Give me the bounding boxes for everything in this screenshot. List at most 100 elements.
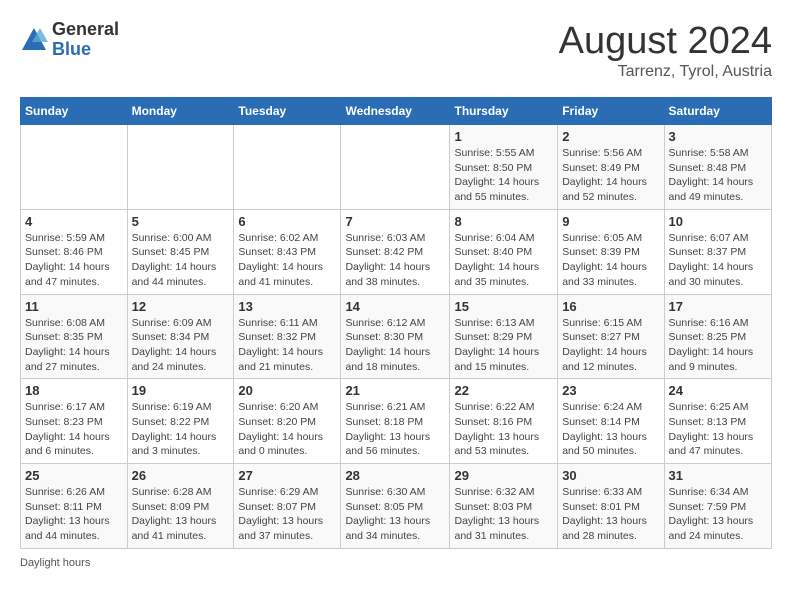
day-info: Sunrise: 5:55 AM Sunset: 8:50 PM Dayligh… — [454, 146, 553, 205]
day-number: 29 — [454, 468, 553, 483]
weekday-header-tuesday: Tuesday — [234, 98, 341, 125]
day-info: Sunrise: 6:08 AM Sunset: 8:35 PM Dayligh… — [25, 316, 123, 375]
day-info: Sunrise: 6:11 AM Sunset: 8:32 PM Dayligh… — [238, 316, 336, 375]
day-number: 6 — [238, 214, 336, 229]
day-info: Sunrise: 6:29 AM Sunset: 8:07 PM Dayligh… — [238, 485, 336, 544]
day-number: 16 — [562, 299, 659, 314]
day-number: 9 — [562, 214, 659, 229]
day-number: 8 — [454, 214, 553, 229]
calendar-cell: 13 Sunrise: 6:11 AM Sunset: 8:32 PM Dayli… — [234, 294, 341, 379]
day-info: Sunrise: 6:34 AM Sunset: 7:59 PM Dayligh… — [669, 485, 767, 544]
calendar-cell: 8 Sunrise: 6:04 AM Sunset: 8:40 PM Daylig… — [450, 209, 558, 294]
day-number: 26 — [132, 468, 230, 483]
calendar-cell — [127, 125, 234, 210]
day-info: Sunrise: 6:26 AM Sunset: 8:11 PM Dayligh… — [25, 485, 123, 544]
day-number: 7 — [345, 214, 445, 229]
day-info: Sunrise: 6:20 AM Sunset: 8:20 PM Dayligh… — [238, 400, 336, 459]
page-header: General Blue August 2024 Tarrenz, Tyrol,… — [20, 20, 772, 81]
day-info: Sunrise: 5:56 AM Sunset: 8:49 PM Dayligh… — [562, 146, 659, 205]
calendar-cell: 4 Sunrise: 5:59 AM Sunset: 8:46 PM Daylig… — [21, 209, 128, 294]
day-number: 27 — [238, 468, 336, 483]
weekday-header-sunday: Sunday — [21, 98, 128, 125]
month-title: August 2024 — [559, 20, 772, 63]
day-info: Sunrise: 6:07 AM Sunset: 8:37 PM Dayligh… — [669, 231, 767, 290]
calendar-cell: 9Sunrise: 6:05 AM Sunset: 8:39 PM Daylig… — [558, 209, 664, 294]
day-info: Sunrise: 6:04 AM Sunset: 8:40 PM Dayligh… — [454, 231, 553, 290]
day-number: 5 — [132, 214, 230, 229]
day-number: 20 — [238, 383, 336, 398]
day-info: Sunrise: 6:25 AM Sunset: 8:13 PM Dayligh… — [669, 400, 767, 459]
calendar-cell: 7 Sunrise: 6:03 AM Sunset: 8:42 PM Daylig… — [341, 209, 450, 294]
calendar-cell: 3 Sunrise: 5:58 AM Sunset: 8:48 PM Daylig… — [664, 125, 771, 210]
calendar-cell: 21 Sunrise: 6:21 AM Sunset: 8:18 PM Dayli… — [341, 379, 450, 464]
day-info: Sunrise: 5:58 AM Sunset: 8:48 PM Dayligh… — [669, 146, 767, 205]
calendar-cell: 19 Sunrise: 6:19 AM Sunset: 8:22 PM Dayli… — [127, 379, 234, 464]
weekday-header-monday: Monday — [127, 98, 234, 125]
logo-general-label: General — [52, 20, 119, 40]
calendar-cell — [21, 125, 128, 210]
day-number: 12 — [132, 299, 230, 314]
day-info: Sunrise: 6:03 AM Sunset: 8:42 PM Dayligh… — [345, 231, 445, 290]
calendar-cell: 27 Sunrise: 6:29 AM Sunset: 8:07 PM Dayli… — [234, 464, 341, 549]
day-info: Sunrise: 6:24 AM Sunset: 8:14 PM Dayligh… — [562, 400, 659, 459]
calendar-cell: 5 Sunrise: 6:00 AM Sunset: 8:45 PM Daylig… — [127, 209, 234, 294]
calendar-cell: 22 Sunrise: 6:22 AM Sunset: 8:16 PM Dayli… — [450, 379, 558, 464]
day-number: 11 — [25, 299, 123, 314]
day-info: Sunrise: 6:21 AM Sunset: 8:18 PM Dayligh… — [345, 400, 445, 459]
calendar-cell: 28Sunrise: 6:30 AM Sunset: 8:05 PM Dayli… — [341, 464, 450, 549]
day-number: 28 — [345, 468, 445, 483]
calendar-cell: 20 Sunrise: 6:20 AM Sunset: 8:20 PM Dayli… — [234, 379, 341, 464]
day-info: Sunrise: 6:12 AM Sunset: 8:30 PM Dayligh… — [345, 316, 445, 375]
day-info: Sunrise: 6:19 AM Sunset: 8:22 PM Dayligh… — [132, 400, 230, 459]
day-number: 14 — [345, 299, 445, 314]
logo: General Blue — [20, 20, 119, 60]
day-number: 13 — [238, 299, 336, 314]
calendar-cell: 24Sunrise: 6:25 AM Sunset: 8:13 PM Dayli… — [664, 379, 771, 464]
day-number: 1 — [454, 129, 553, 144]
logo-blue-label: Blue — [52, 40, 119, 60]
calendar-cell: 2 Sunrise: 5:56 AM Sunset: 8:49 PM Daylig… — [558, 125, 664, 210]
calendar-cell: 1 Sunrise: 5:55 AM Sunset: 8:50 PM Daylig… — [450, 125, 558, 210]
weekday-header-row: SundayMondayTuesdayWednesdayThursdayFrid… — [21, 98, 772, 125]
weekday-header-saturday: Saturday — [664, 98, 771, 125]
day-number: 17 — [669, 299, 767, 314]
footer-note: Daylight hours — [20, 557, 772, 569]
calendar-cell: 10Sunrise: 6:07 AM Sunset: 8:37 PM Dayli… — [664, 209, 771, 294]
day-number: 30 — [562, 468, 659, 483]
day-info: Sunrise: 6:16 AM Sunset: 8:25 PM Dayligh… — [669, 316, 767, 375]
logo-icon — [20, 26, 48, 54]
day-number: 3 — [669, 129, 767, 144]
calendar-table: SundayMondayTuesdayWednesdayThursdayFrid… — [20, 97, 772, 549]
calendar-cell: 23 Sunrise: 6:24 AM Sunset: 8:14 PM Dayli… — [558, 379, 664, 464]
day-number: 2 — [562, 129, 659, 144]
day-number: 23 — [562, 383, 659, 398]
calendar-cell — [341, 125, 450, 210]
week-row-5: 25 Sunrise: 6:26 AM Sunset: 8:11 PM Dayli… — [21, 464, 772, 549]
calendar-cell — [234, 125, 341, 210]
day-number: 21 — [345, 383, 445, 398]
calendar-cell: 25 Sunrise: 6:26 AM Sunset: 8:11 PM Dayli… — [21, 464, 128, 549]
day-number: 4 — [25, 214, 123, 229]
week-row-3: 11 Sunrise: 6:08 AM Sunset: 8:35 PM Dayli… — [21, 294, 772, 379]
week-row-2: 4 Sunrise: 5:59 AM Sunset: 8:46 PM Daylig… — [21, 209, 772, 294]
weekday-header-wednesday: Wednesday — [341, 98, 450, 125]
calendar-cell: 15Sunrise: 6:13 AM Sunset: 8:29 PM Dayli… — [450, 294, 558, 379]
day-info: Sunrise: 5:59 AM Sunset: 8:46 PM Dayligh… — [25, 231, 123, 290]
day-number: 15 — [454, 299, 553, 314]
logo-text: General Blue — [52, 20, 119, 60]
week-row-4: 18Sunrise: 6:17 AM Sunset: 8:23 PM Dayli… — [21, 379, 772, 464]
calendar-cell: 31Sunrise: 6:34 AM Sunset: 7:59 PM Dayli… — [664, 464, 771, 549]
calendar-cell: 14 Sunrise: 6:12 AM Sunset: 8:30 PM Dayli… — [341, 294, 450, 379]
day-info: Sunrise: 6:33 AM Sunset: 8:01 PM Dayligh… — [562, 485, 659, 544]
day-info: Sunrise: 6:00 AM Sunset: 8:45 PM Dayligh… — [132, 231, 230, 290]
day-number: 25 — [25, 468, 123, 483]
calendar-cell: 12Sunrise: 6:09 AM Sunset: 8:34 PM Dayli… — [127, 294, 234, 379]
day-info: Sunrise: 6:22 AM Sunset: 8:16 PM Dayligh… — [454, 400, 553, 459]
calendar-cell: 30 Sunrise: 6:33 AM Sunset: 8:01 PM Dayli… — [558, 464, 664, 549]
calendar-cell: 16Sunrise: 6:15 AM Sunset: 8:27 PM Dayli… — [558, 294, 664, 379]
day-number: 22 — [454, 383, 553, 398]
day-info: Sunrise: 6:32 AM Sunset: 8:03 PM Dayligh… — [454, 485, 553, 544]
day-number: 18 — [25, 383, 123, 398]
day-number: 19 — [132, 383, 230, 398]
weekday-header-thursday: Thursday — [450, 98, 558, 125]
